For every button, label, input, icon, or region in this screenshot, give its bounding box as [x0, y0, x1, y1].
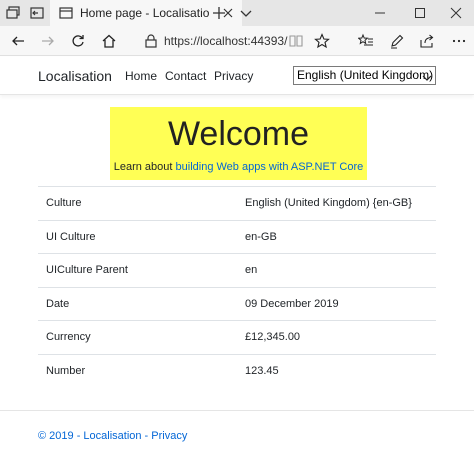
footer-home-link[interactable]: © 2019 - Localisation -: [38, 430, 151, 442]
welcome-banner: Welcome Learn about building Web apps wi…: [110, 107, 367, 180]
chevron-down-icon[interactable]: [238, 5, 254, 21]
culture-info-table: Culture English (United Kingdom) {en-GB}…: [38, 186, 436, 388]
welcome-subtitle: Learn about building Web apps with ASP.N…: [110, 161, 367, 173]
more-icon[interactable]: [451, 33, 467, 49]
culture-select[interactable]: English (United Kingdom): [293, 66, 436, 85]
back-arrow-icon[interactable]: [10, 33, 26, 49]
row-label: Currency: [38, 320, 245, 354]
close-icon[interactable]: [448, 5, 464, 21]
home-icon[interactable]: [101, 33, 117, 49]
address-bar[interactable]: https://localhost:44393/: [140, 30, 310, 52]
maximize-icon[interactable]: [412, 5, 428, 21]
star-icon[interactable]: [314, 33, 330, 49]
row-label: Number: [38, 353, 245, 388]
favorites-icon[interactable]: [357, 33, 374, 49]
url-text[interactable]: https://localhost:44393/: [164, 34, 287, 48]
table-row: Number 123.45: [38, 353, 436, 388]
row-label: Date: [38, 286, 245, 321]
table-row: Date 09 December 2019: [38, 286, 436, 321]
welcome-heading: Welcome: [167, 115, 310, 153]
plus-icon[interactable]: [211, 5, 227, 21]
row-label: UICulture Parent: [38, 253, 245, 287]
footer-privacy-link[interactable]: Privacy: [151, 430, 187, 442]
table-row: Culture English (United Kingdom) {en-GB}: [38, 186, 436, 220]
table-row: UI Culture en-GB: [38, 219, 436, 254]
brand-link[interactable]: Localisation: [38, 68, 112, 84]
row-value: 09 December 2019: [245, 286, 436, 321]
chevron-down-icon: [422, 71, 432, 81]
row-value: 123.45: [245, 353, 436, 388]
culture-select-value: English (United Kingdom): [297, 68, 434, 82]
row-value: £12,345.00: [245, 320, 436, 354]
set-aside-icon[interactable]: [29, 5, 45, 21]
reading-view-icon[interactable]: [288, 33, 304, 49]
tab-actions-icon[interactable]: [6, 5, 22, 21]
lock-icon[interactable]: [144, 33, 158, 49]
site-footer: © 2019 - Localisation - Privacy: [0, 410, 474, 458]
forward-arrow-icon[interactable]: [40, 33, 56, 49]
row-value: en: [245, 253, 436, 287]
nav-link-privacy[interactable]: Privacy: [214, 69, 253, 83]
row-label: UI Culture: [38, 219, 245, 254]
nav-link-contact[interactable]: Contact: [165, 69, 206, 83]
tab-title: Home page - Localisatio: [80, 6, 210, 20]
page-icon: [58, 5, 74, 21]
site-navbar: Localisation Home Contact Privacy Englis…: [0, 57, 474, 95]
refresh-icon[interactable]: [70, 33, 86, 49]
share-icon[interactable]: [419, 33, 435, 49]
minimize-icon[interactable]: [372, 5, 388, 21]
welcome-subtitle-text: Learn about: [113, 161, 176, 173]
table-row: UICulture Parent en: [38, 253, 436, 287]
row-value: en-GB: [245, 219, 436, 254]
footer-text: © 2019 - Localisation - Privacy: [38, 430, 187, 442]
browser-tab-strip: Home page - Localisatio: [0, 0, 474, 26]
browser-toolbar: https://localhost:44393/: [0, 26, 474, 56]
aspnet-docs-link[interactable]: building Web apps with ASP.NET Core: [176, 161, 364, 173]
row-value: English (United Kingdom) {en-GB}: [245, 186, 436, 220]
table-row: Currency £12,345.00: [38, 320, 436, 354]
pen-icon[interactable]: [389, 33, 405, 49]
row-label: Culture: [38, 186, 245, 220]
nav-link-home[interactable]: Home: [125, 69, 157, 83]
